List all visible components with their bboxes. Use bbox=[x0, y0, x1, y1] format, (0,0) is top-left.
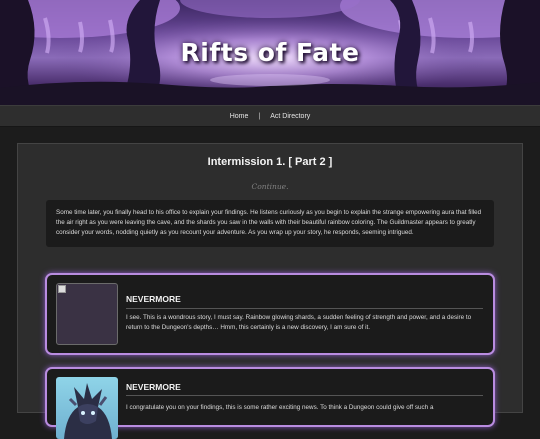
divider bbox=[126, 395, 483, 396]
dialog-text: I see. This is a wondrous story, I must … bbox=[126, 314, 472, 331]
avatar-placeholder bbox=[56, 283, 118, 345]
broken-image-icon bbox=[58, 285, 66, 293]
nav-home-link[interactable]: Home bbox=[230, 113, 249, 120]
continue-label[interactable]: Continue. bbox=[18, 182, 522, 191]
page-title: Intermission 1. [ Part 2 ] bbox=[207, 156, 333, 168]
header-banner: Rifts of Fate bbox=[0, 0, 540, 105]
divider bbox=[126, 308, 483, 309]
top-navigation: Home | Act Directory bbox=[0, 105, 540, 127]
story-panel: Intermission 1. [ Part 2 ] Continue. Som… bbox=[17, 143, 523, 439]
speaker-name: NEVERMORE bbox=[126, 294, 181, 304]
avatar bbox=[56, 377, 118, 439]
dialog-box: NEVERMORE I see. This is a wondrous stor… bbox=[45, 273, 495, 355]
nav-separator: | bbox=[258, 112, 261, 120]
character-portrait-icon bbox=[64, 383, 112, 439]
narration-box: Some time later, you finally head to his… bbox=[46, 200, 494, 247]
speaker-name: NEVERMORE bbox=[126, 382, 181, 392]
nav-act-directory-link[interactable]: Act Directory bbox=[270, 113, 310, 120]
site-title: Rifts of Fate bbox=[180, 38, 360, 67]
dialog-box: NEVERMORE I congratulate you on your fin… bbox=[45, 367, 495, 439]
